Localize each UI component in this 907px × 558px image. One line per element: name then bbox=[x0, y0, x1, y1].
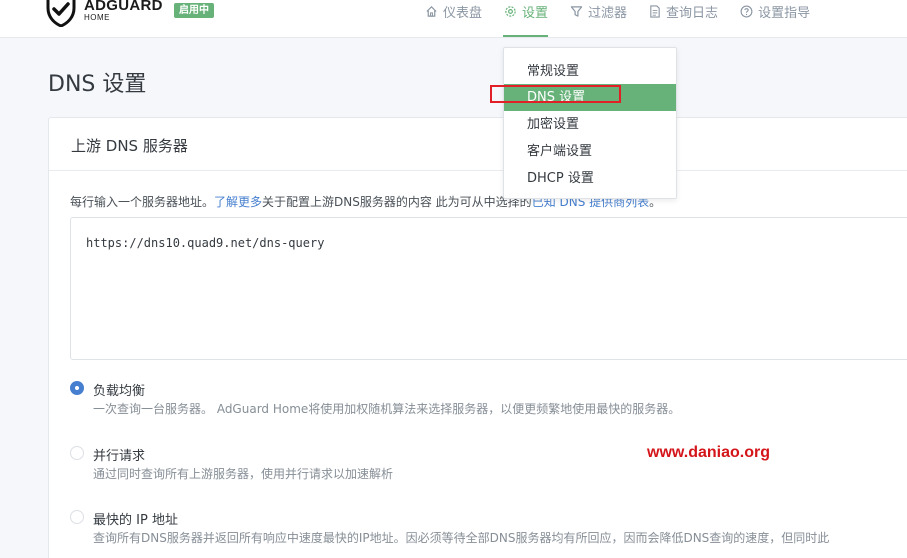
settings-dropdown-menu: 常规设置 DNS 设置 加密设置 客户端设置 DHCP 设置 bbox=[503, 47, 677, 199]
home-icon bbox=[426, 5, 437, 17]
filter-icon bbox=[570, 5, 583, 17]
gear-icon bbox=[505, 5, 516, 17]
adguard-logo[interactable]: ADGUARD HOME bbox=[46, 0, 163, 28]
logo-sub-text: HOME bbox=[84, 13, 110, 22]
nav-dashboard[interactable]: 仪表盘 bbox=[425, 0, 482, 22]
watermark-text: www.daniao.org bbox=[647, 444, 770, 461]
radio-fastest-ip[interactable] bbox=[70, 510, 84, 524]
card-header: 上游 DNS 服务器 bbox=[49, 118, 907, 171]
option-description: 查询所有DNS服务器并返回所有响应中速度最快的IP地址。因必须等待全部DNS服务… bbox=[93, 531, 830, 545]
learn-more-link[interactable]: 了解更多 bbox=[214, 195, 262, 209]
menu-item-general-settings[interactable]: 常规设置 bbox=[504, 58, 676, 85]
nav-filters[interactable]: 过滤器 bbox=[570, 0, 627, 22]
card-title: 上游 DNS 服务器 bbox=[71, 137, 188, 155]
main-nav: 仪表盘 设置 过滤器 查询日志 设置指导 bbox=[425, 0, 832, 24]
option-description: 通过同时查询所有上游服务器，使用并行请求以加速解析 bbox=[93, 467, 394, 481]
desc-prefix: 每行输入一个服务器地址。 bbox=[70, 195, 215, 209]
annotation-highlight-box bbox=[490, 85, 621, 103]
nav-query-log-label: 查询日志 bbox=[666, 5, 719, 21]
document-icon bbox=[650, 4, 660, 18]
menu-item-encryption-settings[interactable]: 加密设置 bbox=[504, 111, 676, 138]
option-label: 并行请求 bbox=[93, 449, 146, 464]
upstream-servers-textarea[interactable]: https://dns10.quad9.net/dns-query bbox=[70, 217, 907, 360]
shield-check-icon bbox=[46, 0, 76, 27]
logo-main-text: ADGUARD bbox=[84, 0, 163, 14]
option-label: 负载均衡 bbox=[93, 384, 146, 399]
radio-parallel-requests[interactable] bbox=[70, 446, 84, 460]
help-circle-icon bbox=[740, 5, 753, 17]
nav-setup-guide[interactable]: 设置指导 bbox=[740, 0, 810, 22]
nav-settings-label: 设置 bbox=[522, 5, 549, 21]
nav-settings[interactable]: 设置 bbox=[504, 0, 548, 22]
top-header: ADGUARD HOME 启用中 仪表盘 设置 过滤器 查询日志 设置指导 bbox=[0, 0, 907, 38]
status-badge: 启用中 bbox=[174, 3, 214, 18]
radio-load-balancing[interactable] bbox=[70, 381, 84, 395]
active-nav-underline bbox=[503, 35, 548, 37]
upstream-servers-value: https://dns10.quad9.net/dns-query bbox=[86, 236, 325, 250]
option-label: 最快的 IP 地址 bbox=[93, 513, 178, 528]
nav-query-log[interactable]: 查询日志 bbox=[649, 0, 718, 22]
nav-setup-guide-label: 设置指导 bbox=[758, 5, 811, 21]
page-title: DNS 设置 bbox=[48, 72, 147, 97]
menu-item-client-settings[interactable]: 客户端设置 bbox=[504, 138, 676, 165]
nav-filters-label: 过滤器 bbox=[588, 5, 628, 21]
option-description: 一次查询一台服务器。 AdGuard Home将使用加权随机算法来选择服务器，以… bbox=[93, 402, 681, 416]
nav-dashboard-label: 仪表盘 bbox=[443, 5, 483, 21]
desc-middle: 关于配置上游DNS服务器的内容 此为可从中选择的 bbox=[262, 195, 532, 209]
menu-item-dhcp-settings[interactable]: DHCP 设置 bbox=[504, 165, 676, 192]
